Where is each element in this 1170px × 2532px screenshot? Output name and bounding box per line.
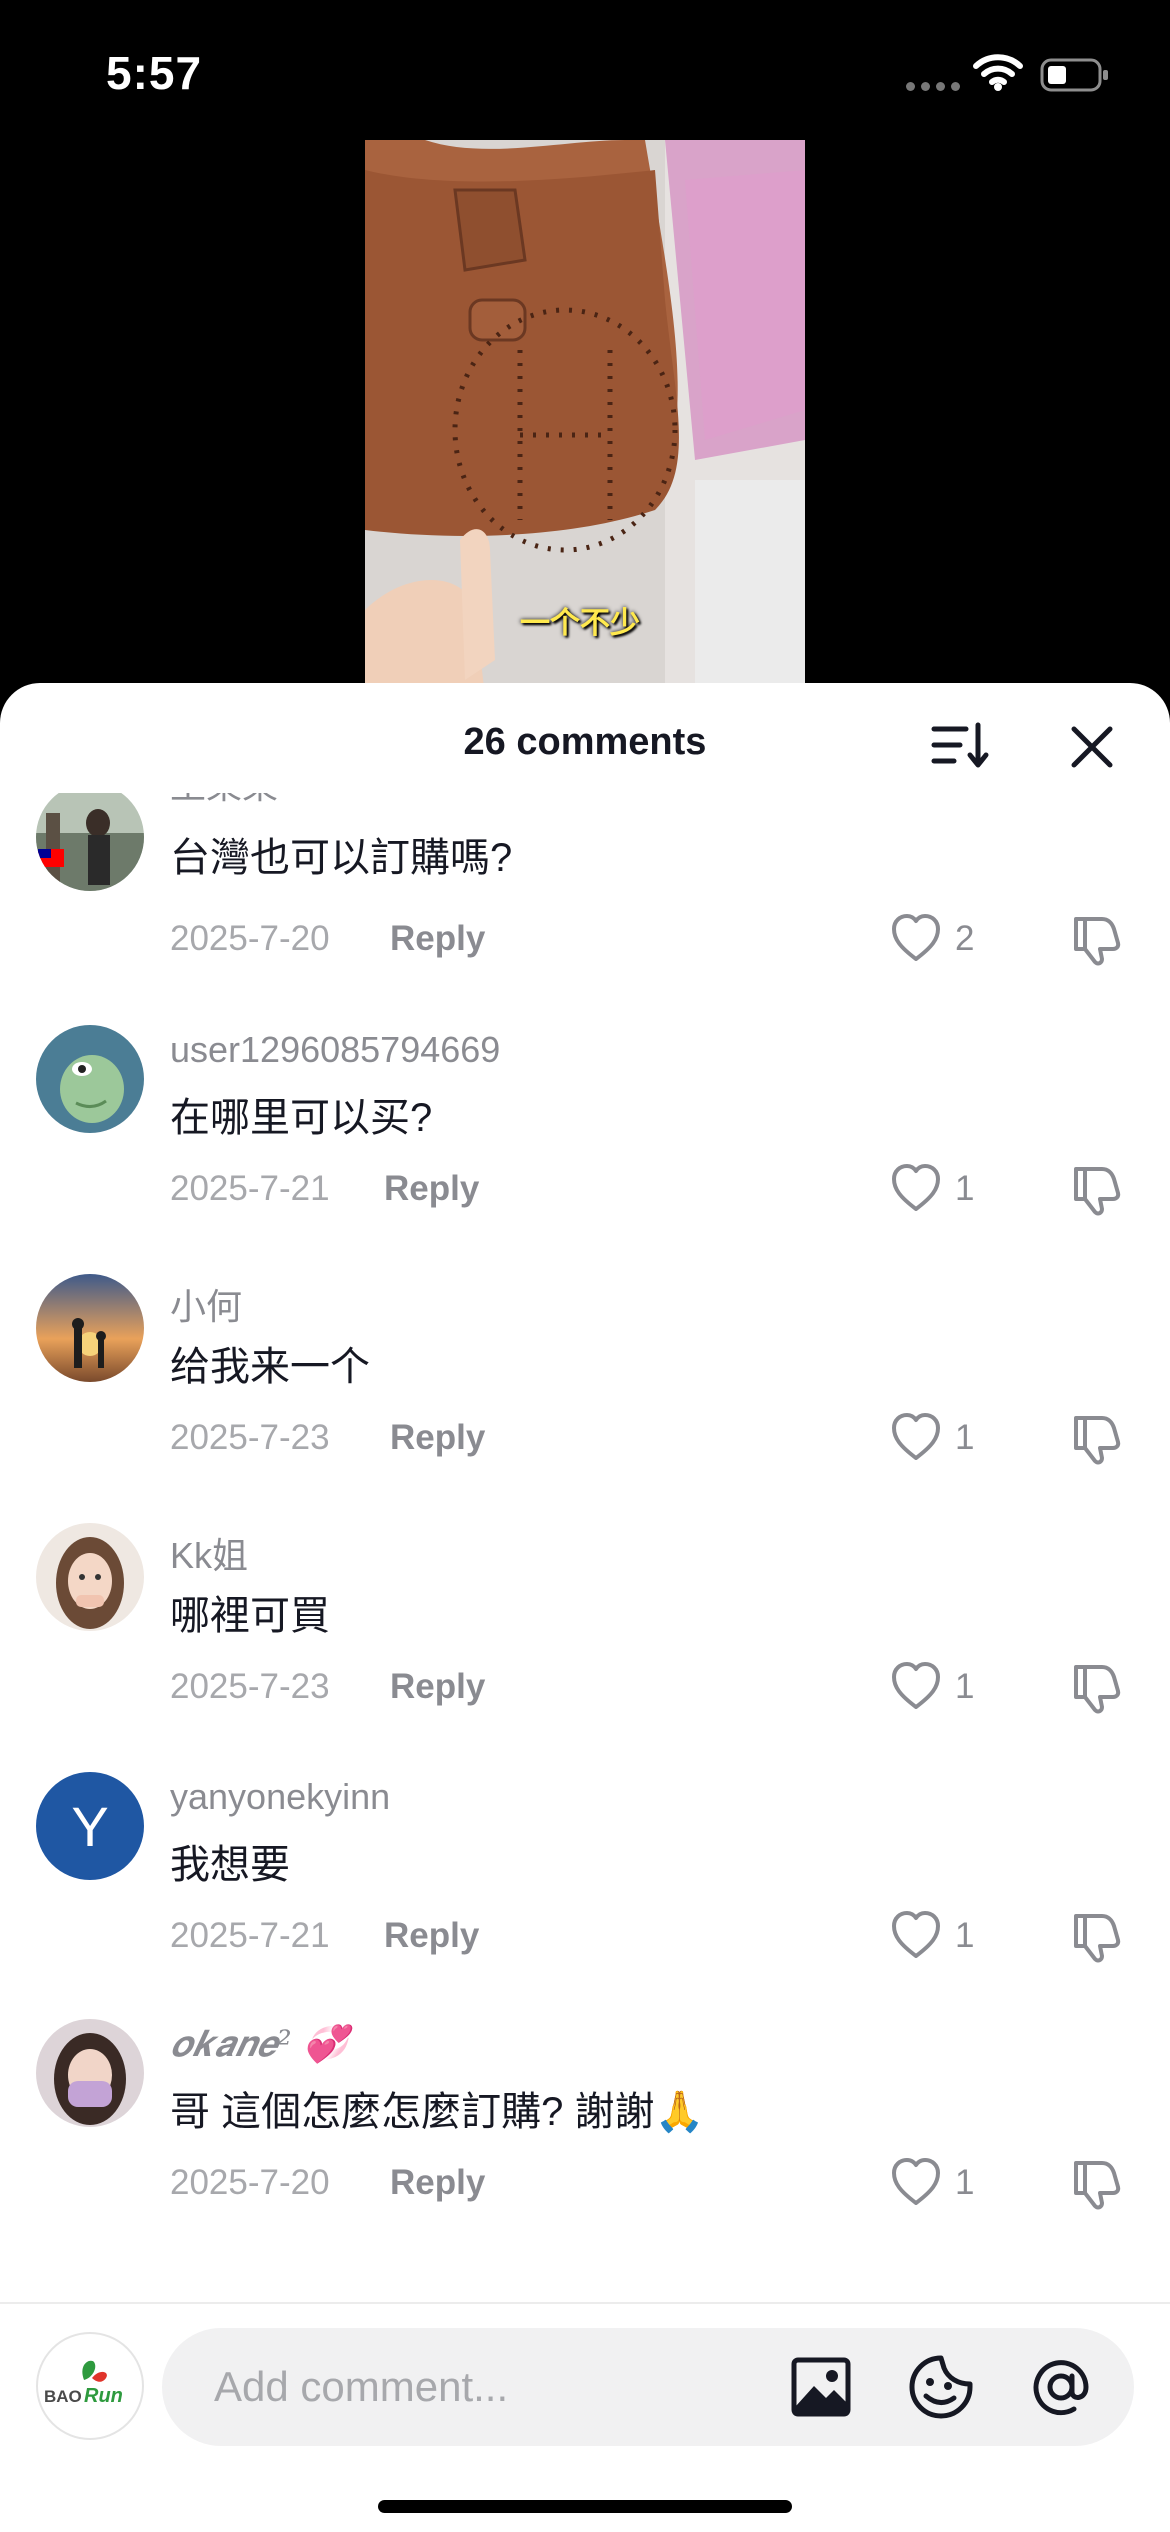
sheet-header: 26 comments [0,683,1170,793]
thumbs-down-icon[interactable] [1068,1161,1124,1217]
comment-item: user1296085794669 在哪里可以买? 2025-7-21 Repl… [0,1025,1170,1274]
comment-username[interactable]: Kk姐 [170,1527,248,1579]
comment-text: 给我来一个 [170,1345,370,1389]
comment-text: 我想要 [170,1843,290,1887]
battery-icon [1040,58,1108,92]
thumbs-down-icon[interactable] [1068,911,1124,967]
comment-item: 𝒐𝒌𝒂𝒏𝒆² 💞 哥 這個怎麼怎麼訂購? 謝謝🙏 2025-7-20 Reply… [0,2019,1170,2268]
mention-at-icon[interactable] [1028,2354,1094,2420]
thumbs-down-icon[interactable] [1068,1659,1124,1715]
comment-date: 2025-7-23 [170,1667,330,1706]
like-count: 2 [955,919,975,958]
comment-text: 哥 這個怎麼怎麼訂購? 謝謝🙏 [170,2090,705,2134]
comment-item: Kk姐 哪裡可買 2025-7-23 Reply 1 [0,1523,1170,1772]
heart-icon[interactable] [890,2157,942,2207]
video-caption: 一个不少 [520,607,640,640]
comment-text: 哪裡可買 [170,1594,330,1638]
close-icon[interactable] [1068,723,1116,771]
comments-sheet: 26 comments 台灣也可以訂購嗎? 2025-7-20 Reply 2 … [0,683,1170,2532]
comments-count: 26 comments [463,721,707,763]
avatar[interactable] [36,2019,144,2127]
comment-username[interactable]: user1296085794669 [170,1029,500,1071]
reply-button[interactable]: Reply [384,1169,479,1209]
comment-item: Y yanyonekyinn 我想要 2025-7-21 Reply 1 [0,1772,1170,1983]
avatar[interactable] [36,1274,144,1382]
comment-date: 2025-7-20 [170,2163,330,2202]
avatar-letter: Y [71,1794,109,1858]
svg-text:BAO: BAO [44,2387,82,2406]
comment-username[interactable]: 小何 [170,1278,242,1330]
comment-date: 2025-7-21 [170,1169,330,1208]
reply-button[interactable]: Reply [384,1916,479,1956]
baorun-logo: BAO Run [44,2360,123,2407]
avatar[interactable] [36,1025,144,1133]
heart-icon[interactable] [890,1163,942,1213]
like-count: 1 [955,1667,975,1706]
like-count: 1 [955,1916,975,1955]
like-count: 1 [955,2163,975,2202]
like-count: 1 [955,1169,975,1208]
thumbs-down-icon[interactable] [1068,1410,1124,1466]
comment-username[interactable]: 𝒐𝒌𝒂𝒏𝒆² 💞 [170,2023,348,2066]
comment-date: 2025-7-21 [170,1916,330,1955]
comment-item: 小何 给我来一个 2025-7-23 Reply 1 [0,1274,1170,1523]
status-bar: 5:57 [0,0,1170,140]
add-comment-input[interactable] [162,2328,1134,2446]
heart-icon[interactable] [890,913,942,963]
thumbs-down-icon[interactable] [1068,2155,1124,2211]
sticker-emoji-icon[interactable] [908,2354,974,2420]
like-count: 1 [955,1418,975,1457]
cellular-signal-icon [906,82,960,91]
avatar[interactable] [36,793,144,891]
comment-username[interactable]: yanyonekyinn [170,1776,390,1818]
svg-text:Run: Run [84,2385,123,2407]
thumbs-down-icon[interactable] [1068,1908,1124,1964]
comment-username[interactable]: 王某某 [170,793,278,809]
comment-date: 2025-7-23 [170,1418,330,1457]
reply-button[interactable]: Reply [390,1418,485,1458]
status-time: 5:57 [106,47,203,99]
comment-list[interactable]: 王某某 台灣也可以訂購嗎? 2025-7-20 Reply 2 [0,793,1170,1983]
avatar[interactable]: Y [36,1772,144,1880]
comment-text: 台灣也可以訂購嗎? [170,836,513,880]
image-icon[interactable] [790,2356,852,2418]
my-avatar[interactable]: BAO Run [36,2332,144,2440]
video-player[interactable]: 一个不少 [0,140,1170,700]
heart-icon[interactable] [890,1661,942,1711]
reply-button[interactable]: Reply [390,2163,485,2203]
reply-button[interactable]: Reply [390,1667,485,1707]
heart-icon[interactable] [890,1910,942,1960]
comment-input-bar: BAO Run [0,2302,1170,2532]
sort-icon[interactable] [930,719,990,771]
heart-icon[interactable] [890,1412,942,1462]
home-indicator[interactable] [378,2500,792,2513]
comment-text: 在哪里可以买? [170,1096,433,1140]
reply-button[interactable]: Reply [390,919,485,959]
comment-date: 2025-7-20 [170,919,330,958]
avatar[interactable] [36,1523,144,1631]
comment-item: 王某某 台灣也可以訂購嗎? 2025-7-20 Reply 2 [0,793,1170,1032]
wifi-icon [973,54,1023,91]
